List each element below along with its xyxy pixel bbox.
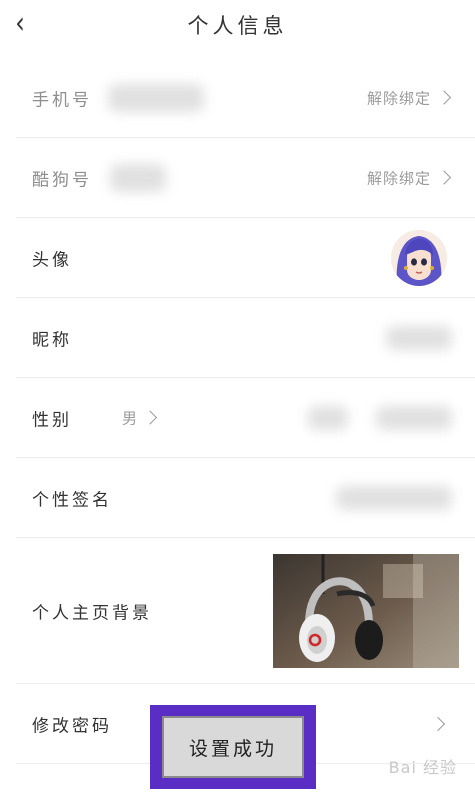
row-profile-background[interactable]: 个人主页背景 <box>16 538 475 684</box>
phone-value-redacted <box>108 84 204 112</box>
chevron-right-icon <box>436 170 452 185</box>
kugou-id-value-redacted <box>110 164 166 192</box>
row-kugou-id[interactable]: 酷狗号 解除绑定 <box>16 138 475 218</box>
page-title: 个人信息 <box>187 14 288 38</box>
kugou-id-label: 酷狗号 <box>32 170 92 190</box>
watermark: Bai 经验 <box>388 758 457 777</box>
avatar[interactable] <box>391 230 447 286</box>
unbind-kugou-button[interactable]: 解除绑定 <box>366 167 452 188</box>
chevron-right-icon <box>142 410 158 425</box>
toast-message: 设置成功 <box>162 716 304 778</box>
gender-value: 男 <box>122 409 138 427</box>
unbind-phone-label: 解除绑定 <box>366 89 431 107</box>
gender-label: 性别 <box>32 410 72 430</box>
avatar-label: 头像 <box>32 250 72 270</box>
redacted-overlay <box>308 406 348 430</box>
chevron-right-icon <box>430 716 446 732</box>
row-signature[interactable]: 个性签名 <box>16 458 475 538</box>
row-avatar[interactable]: 头像 <box>16 218 475 298</box>
row-nickname[interactable]: 昵称 <box>16 298 475 378</box>
background-thumbnail[interactable] <box>273 554 459 668</box>
row-gender[interactable]: 性别 男 <box>16 378 475 458</box>
gender-selector[interactable]: 男 <box>122 407 158 428</box>
change-password-label: 修改密码 <box>32 716 112 736</box>
unbind-kugou-label: 解除绑定 <box>366 169 431 187</box>
phone-label: 手机号 <box>32 90 92 110</box>
top-bar: ‹ 个人信息 <box>0 0 475 48</box>
chevron-right-icon <box>436 90 452 105</box>
toast-highlight-frame: 设置成功 <box>150 705 316 789</box>
nickname-value-redacted <box>386 326 452 350</box>
row-phone[interactable]: 手机号 解除绑定 <box>16 58 475 138</box>
signature-label: 个性签名 <box>32 490 112 510</box>
redacted-overlay <box>376 406 452 430</box>
signature-value-redacted <box>336 486 452 510</box>
nickname-label: 昵称 <box>32 330 72 350</box>
profile-background-label: 个人主页背景 <box>32 603 152 623</box>
unbind-phone-button[interactable]: 解除绑定 <box>366 87 452 108</box>
